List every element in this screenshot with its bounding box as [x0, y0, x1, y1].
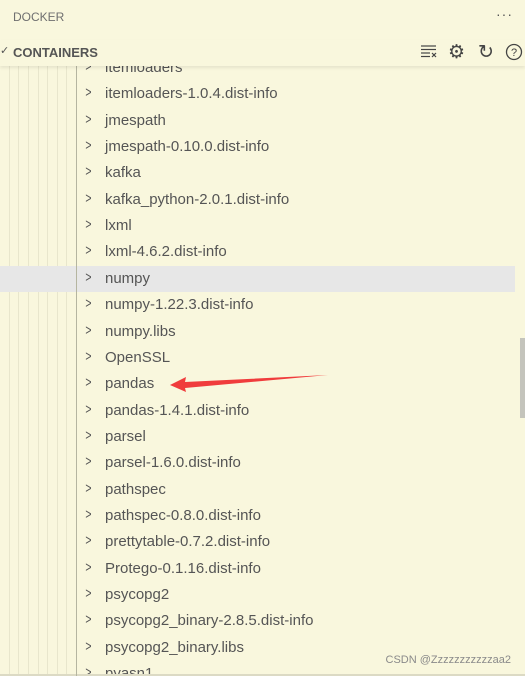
annotation-arrow [170, 375, 328, 392]
annotation-arrow-shape [170, 375, 328, 392]
